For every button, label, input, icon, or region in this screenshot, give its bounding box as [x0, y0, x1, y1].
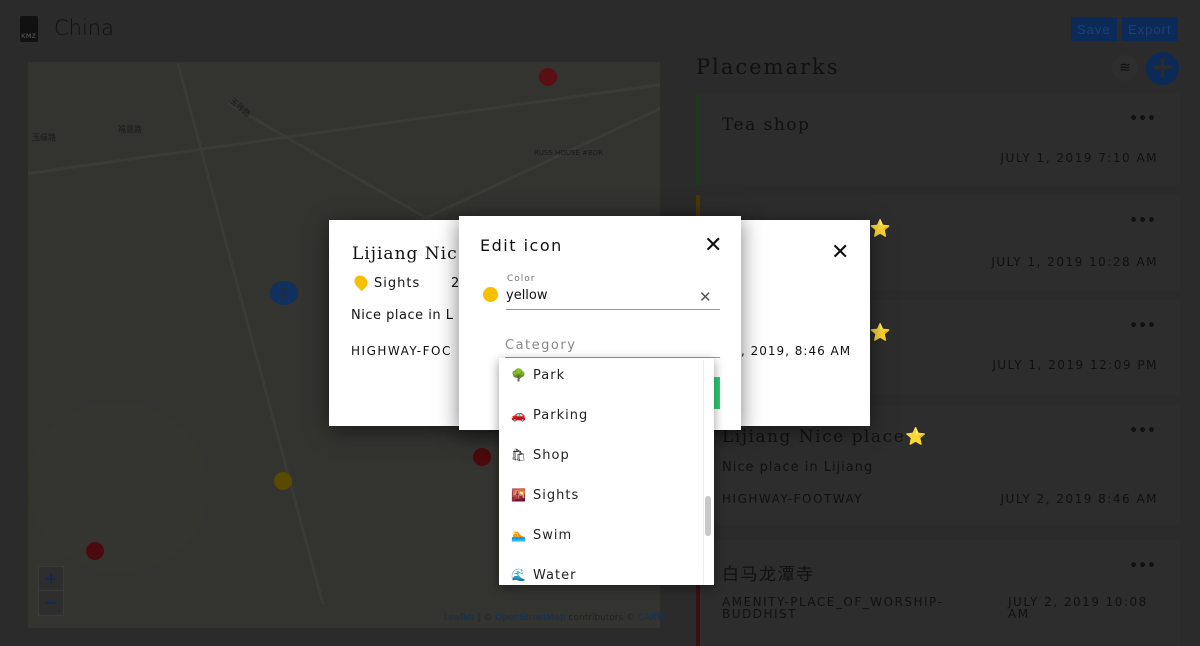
placemark-card[interactable]: Tea shop ••• JULY 1, 2019 7:10 AM: [696, 93, 1180, 185]
dropdown-scrollbar[interactable]: [703, 360, 714, 585]
placemark-card[interactable]: 白马龙潭寺 ••• AMENITY-PLACE_OF_WORSHIP-BUDDH…: [696, 540, 1180, 646]
close-icon[interactable]: ✕: [704, 235, 722, 257]
map-label: RUSS HOUSE #BOR: [534, 149, 604, 157]
tree-icon: 🌳: [511, 368, 527, 382]
map-marker[interactable]: [86, 542, 104, 560]
marker-cluster[interactable]: 2: [270, 281, 298, 305]
placemarks-heading: Placemarks: [696, 55, 840, 79]
category-select[interactable]: Category: [505, 338, 720, 358]
map-marker[interactable]: [274, 472, 292, 490]
option-sights[interactable]: 🌇 Sights: [511, 488, 579, 503]
zoom-control: + −: [38, 566, 64, 616]
dialog-title: Edit icon: [480, 236, 563, 255]
wave-icon: 🌊: [511, 568, 527, 582]
zoom-out-button[interactable]: −: [39, 591, 63, 615]
sunset-icon: 🌇: [511, 488, 527, 502]
scrollbar-thumb[interactable]: [705, 496, 711, 536]
swimmer-icon: 🏊: [511, 528, 527, 542]
app-title: China: [54, 16, 114, 40]
map-attribution: Leaflet | © OpenStreetMap contributors ©…: [444, 613, 669, 623]
more-menu-button[interactable]: •••: [1129, 558, 1156, 574]
map-marker[interactable]: [473, 448, 491, 466]
car-icon: 🚗: [511, 408, 527, 422]
color-field[interactable]: yellow: [506, 288, 720, 310]
map-marker[interactable]: [539, 68, 557, 86]
map-label: 玉缘路: [32, 133, 56, 142]
export-button[interactable]: Export: [1122, 17, 1178, 41]
option-swim[interactable]: 🏊 Swim: [511, 528, 572, 543]
kmz-file-icon: KMZ: [20, 16, 38, 42]
close-icon[interactable]: ✕: [831, 242, 849, 264]
option-park[interactable]: 🌳 Park: [511, 368, 565, 383]
zoom-in-button[interactable]: +: [39, 567, 63, 591]
top-bar: KMZ China Save Export: [0, 0, 1200, 60]
osm-link[interactable]: OpenStreetMap: [495, 613, 565, 623]
color-swatch: [483, 287, 498, 302]
option-water[interactable]: 🌊 Water: [511, 568, 576, 583]
option-shop[interactable]: 🛍 Shop: [511, 448, 570, 463]
more-menu-button[interactable]: •••: [1129, 318, 1156, 334]
option-parking[interactable]: 🚗 Parking: [511, 408, 588, 423]
add-placemark-button[interactable]: +: [1146, 52, 1179, 85]
leaflet-link[interactable]: Leaflet: [444, 613, 475, 623]
category-dropdown: 🌳 Park 🚗 Parking 🛍 Shop 🌇 Sights 🏊 Swim 🌊 Wate…: [499, 358, 714, 585]
map-label: 福慧路: [118, 125, 142, 134]
carto-link[interactable]: CARTO: [638, 613, 669, 623]
layers-icon[interactable]: ≋: [1112, 55, 1138, 81]
more-menu-button[interactable]: •••: [1129, 213, 1156, 229]
more-menu-button[interactable]: •••: [1129, 111, 1156, 127]
more-menu-button[interactable]: •••: [1129, 423, 1156, 439]
location-pin-icon: [351, 272, 371, 292]
clear-icon[interactable]: ✕: [699, 288, 712, 306]
save-button[interactable]: Save: [1071, 17, 1117, 41]
shopping-bags-icon: 🛍: [511, 448, 528, 462]
